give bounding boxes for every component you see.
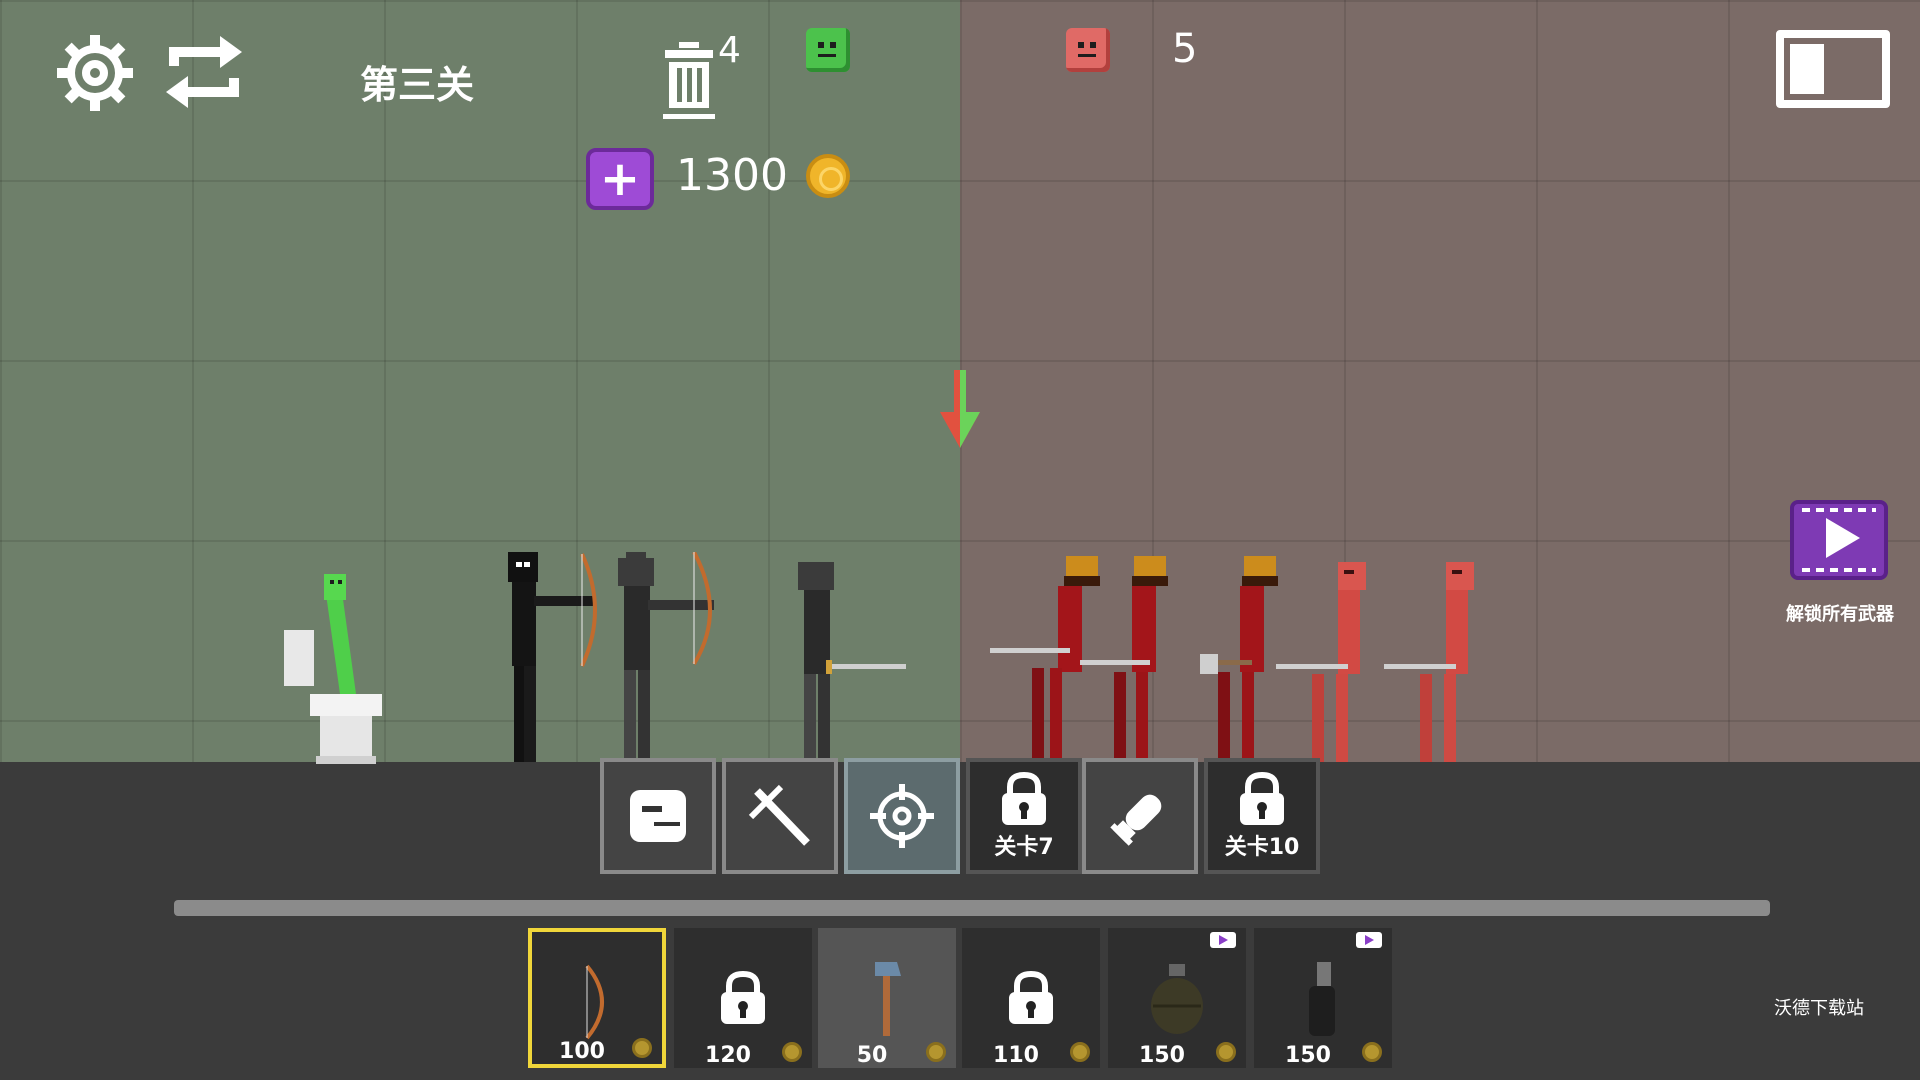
crosshair-icon xyxy=(870,784,934,848)
item-scrollbar[interactable] xyxy=(174,900,1770,916)
settings-gear-icon[interactable] xyxy=(52,30,138,116)
enemy-count: 5 xyxy=(1172,26,1198,72)
unlock-all-weapons-label: 解锁所有武器 xyxy=(1786,604,1894,625)
item-price: 150 xyxy=(1285,1043,1331,1068)
plus-icon: + xyxy=(599,151,641,207)
enemy-red-swordsman[interactable] xyxy=(1380,556,1500,766)
coin-icon xyxy=(632,1038,652,1058)
item-price: 150 xyxy=(1139,1043,1185,1068)
tab-ranged[interactable] xyxy=(844,758,960,874)
toilet-unit[interactable] xyxy=(280,570,410,766)
lock-icon xyxy=(1009,970,1053,1024)
swap-arrows-icon[interactable] xyxy=(162,28,246,116)
player-swordsman[interactable] xyxy=(790,556,910,766)
coin-balance: 1300 xyxy=(676,150,788,201)
video-unlock-icon xyxy=(1210,932,1236,948)
grenade-icon xyxy=(1151,964,1203,1034)
item-price: 100 xyxy=(559,1039,605,1064)
spawn-divider-arrow-icon xyxy=(940,370,980,448)
coin-icon xyxy=(806,154,850,198)
player-team-icon xyxy=(806,28,850,72)
bow-icon xyxy=(585,964,604,1040)
item-slot-axe[interactable]: 50 xyxy=(818,928,956,1068)
add-coins-button[interactable]: + xyxy=(586,148,654,210)
watermark: 沃德下载站 xyxy=(1774,998,1864,1019)
enemy-team-icon xyxy=(1066,28,1110,72)
video-unlock-icon xyxy=(1356,932,1382,948)
enemy-swordsman[interactable] xyxy=(1080,556,1200,766)
item-price: 110 xyxy=(993,1043,1039,1068)
bottle-icon xyxy=(1309,962,1335,1036)
coin-icon xyxy=(782,1042,802,1062)
ground xyxy=(0,762,1920,1080)
coin-icon xyxy=(1362,1042,1382,1062)
level-title: 第三关 xyxy=(360,63,475,107)
item-price: 120 xyxy=(705,1043,751,1068)
window-toggle-icon[interactable] xyxy=(1776,30,1890,108)
watch-video-button[interactable] xyxy=(1790,500,1888,580)
item-slot-grenade[interactable]: 150 xyxy=(1108,928,1246,1068)
item-slot-locked[interactable]: 110 xyxy=(962,928,1100,1068)
player-archer[interactable] xyxy=(500,550,610,766)
item-slot-locked[interactable]: 120 xyxy=(674,928,812,1068)
item-slot-molotov[interactable]: 150 xyxy=(1254,928,1392,1068)
sword-icon xyxy=(748,784,810,846)
bomb-icon xyxy=(1110,794,1162,846)
tab-explosives[interactable] xyxy=(1082,758,1198,874)
tab-locked-7[interactable]: 关卡7 xyxy=(966,758,1082,874)
item-slot-bow[interactable]: 100 xyxy=(528,928,666,1068)
tab-label: 关卡7 xyxy=(994,835,1054,860)
tab-melee[interactable] xyxy=(722,758,838,874)
item-price: 50 xyxy=(856,1043,888,1068)
trash-count: 4 xyxy=(718,30,741,71)
lock-icon xyxy=(1002,771,1046,825)
tab-characters[interactable] xyxy=(600,758,716,874)
coin-icon xyxy=(926,1042,946,1062)
character-face-icon xyxy=(630,790,686,842)
axe-icon xyxy=(875,962,901,1036)
tab-label: 关卡10 xyxy=(1224,835,1300,860)
tab-locked-10[interactable]: 关卡10 xyxy=(1204,758,1320,874)
lock-icon xyxy=(1240,771,1284,825)
enemy-red-swordsman[interactable] xyxy=(1272,556,1392,766)
coin-icon xyxy=(1070,1042,1090,1062)
player-archer[interactable] xyxy=(610,552,730,766)
lock-icon xyxy=(721,970,765,1024)
trash-icon[interactable] xyxy=(660,40,718,122)
coin-icon xyxy=(1216,1042,1236,1062)
